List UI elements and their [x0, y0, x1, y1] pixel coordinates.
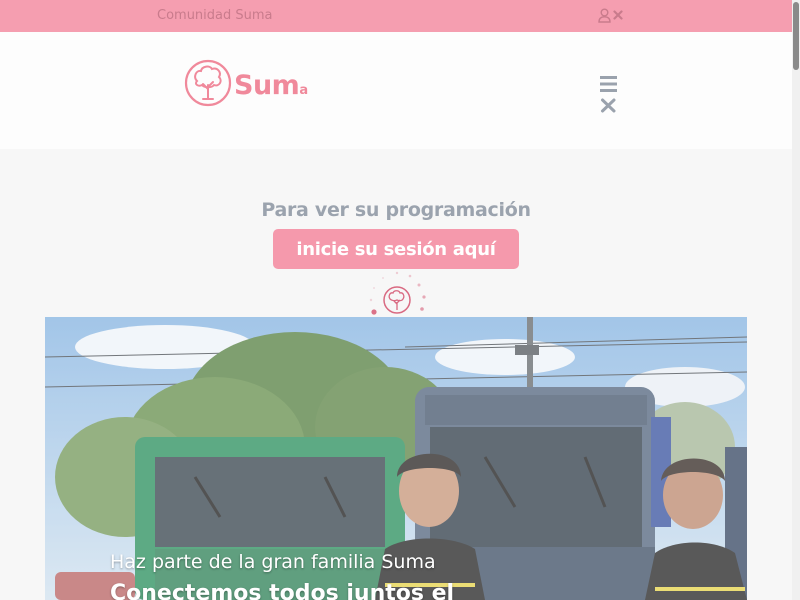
- close-icon[interactable]: [613, 10, 623, 20]
- user-actions[interactable]: [598, 7, 623, 23]
- hero-subtitle: Haz parte de la gran familia Suma: [110, 551, 436, 573]
- schedule-prompt: Para ver su programación: [261, 199, 531, 221]
- logo-wordmark: Suma: [234, 70, 308, 101]
- user-icon[interactable]: [598, 8, 611, 23]
- scrollbar-thumb[interactable]: [793, 2, 799, 70]
- tree-logo-icon: [184, 59, 232, 112]
- site-header: Suma: [0, 32, 792, 149]
- menu-toggle[interactable]: [599, 74, 619, 114]
- hero-headline: Conectemos todos juntos el: [110, 581, 455, 600]
- community-link[interactable]: Comunidad Suma: [157, 8, 273, 23]
- page-scrollbar[interactable]: [792, 0, 800, 600]
- login-button[interactable]: inicie su sesión aquí: [273, 229, 519, 269]
- suma-logo[interactable]: Suma: [184, 59, 308, 112]
- main-content: Para ver su programación inicie su sesió…: [0, 149, 792, 600]
- hamburger-icon: [600, 76, 617, 113]
- top-bar: Comunidad Suma: [0, 0, 792, 32]
- hero-banner: Haz parte de la gran familia Suma Conect…: [45, 317, 747, 600]
